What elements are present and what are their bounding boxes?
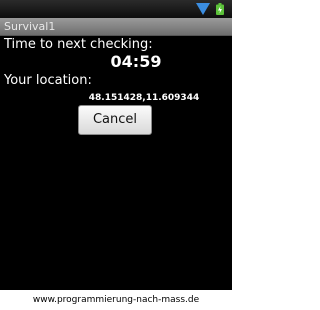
time-label: Time to next checking: bbox=[4, 37, 153, 52]
location-coordinates: 48.151428,11.609344 bbox=[88, 93, 200, 103]
app-screen: Survival1 Time to next checking: 04:59 Y… bbox=[0, 0, 232, 290]
battery-icon bbox=[216, 3, 224, 15]
location-label: Your location: bbox=[4, 73, 92, 88]
title-bar: Survival1 bbox=[0, 18, 232, 36]
cancel-button[interactable]: Cancel bbox=[78, 105, 152, 135]
footer-url: www.programmierung-nach-mass.de bbox=[32, 295, 200, 305]
signal-strength-icon bbox=[196, 3, 210, 15]
countdown-timer: 04:59 bbox=[110, 52, 162, 71]
status-bar bbox=[0, 0, 232, 18]
app-title: Survival1 bbox=[4, 20, 56, 33]
